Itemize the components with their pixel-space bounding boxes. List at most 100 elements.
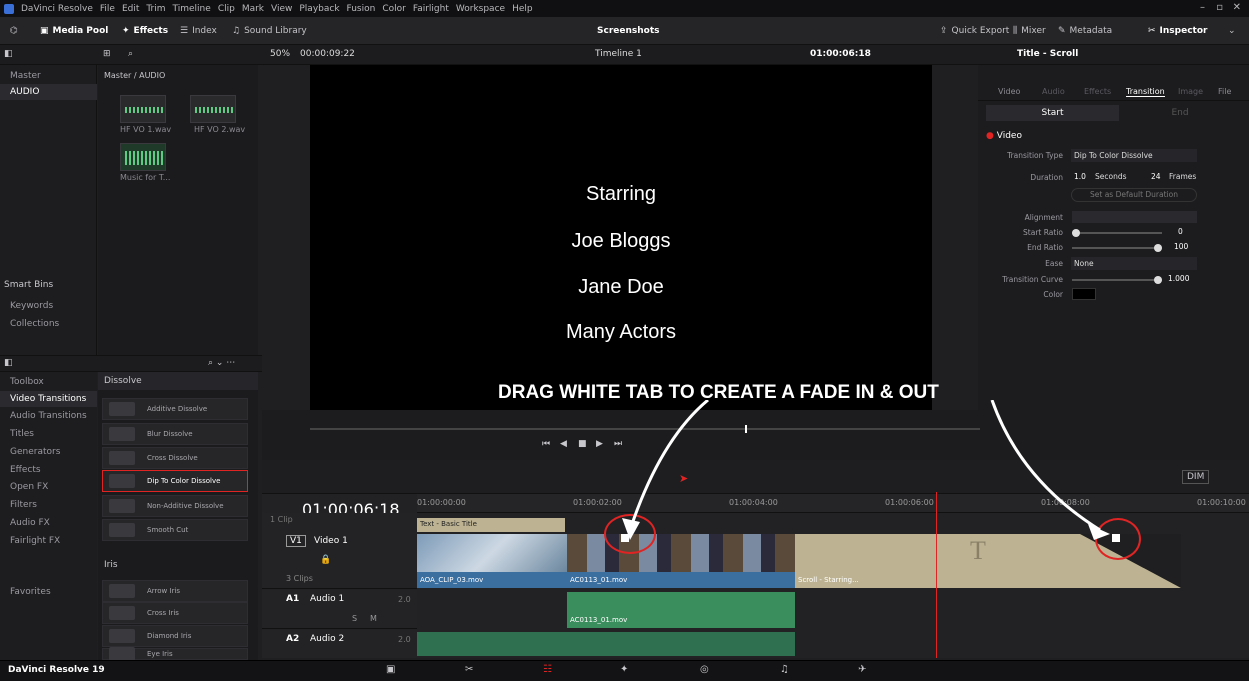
- end-ratio-value[interactable]: 100: [1174, 242, 1188, 251]
- deliver-page-icon[interactable]: ✈: [858, 664, 866, 675]
- expand-icon[interactable]: ⌄: [1228, 17, 1236, 45]
- color-swatch[interactable]: [1072, 288, 1096, 300]
- tree-fairlight-fx[interactable]: Fairlight FX: [0, 533, 97, 549]
- panel-toggle-icon[interactable]: ◧: [4, 49, 13, 59]
- menu-file[interactable]: File: [100, 4, 115, 14]
- tree-open-fx[interactable]: Open FX: [0, 479, 97, 495]
- start-tab[interactable]: Start: [986, 105, 1119, 121]
- effects-button[interactable]: ✦ Effects: [122, 17, 168, 45]
- alignment-control[interactable]: [1072, 211, 1197, 223]
- video-clip[interactable]: AOA_CLIP_03.mov: [417, 534, 567, 588]
- thumbnail-view-icon[interactable]: ⊞: [103, 49, 111, 59]
- color-page-icon[interactable]: ◎: [700, 664, 709, 675]
- fusion-page-icon[interactable]: ✦: [620, 664, 628, 675]
- sound-library-button[interactable]: ♫ Sound Library: [232, 17, 307, 45]
- tab-video[interactable]: Video: [998, 87, 1020, 96]
- tree-audio-fx[interactable]: Audio FX: [0, 515, 97, 531]
- duration-seconds[interactable]: 1.0: [1074, 172, 1086, 181]
- menu-playback[interactable]: Playback: [299, 4, 339, 14]
- search-icon[interactable]: ⌕: [128, 49, 133, 59]
- tab-file[interactable]: File: [1218, 87, 1231, 96]
- menu-fairlight[interactable]: Fairlight: [413, 4, 449, 14]
- timeline-name[interactable]: Timeline 1: [595, 49, 642, 59]
- tree-titles[interactable]: Titles: [0, 426, 97, 442]
- tree-filters[interactable]: Filters: [0, 497, 97, 513]
- curve-slider[interactable]: [1072, 276, 1162, 284]
- menu-workspace[interactable]: Workspace: [456, 4, 505, 14]
- fx-arrow-iris[interactable]: Arrow Iris: [102, 580, 248, 602]
- menu-color[interactable]: Color: [382, 4, 406, 14]
- index-button[interactable]: ☰ Index: [180, 17, 217, 45]
- fx-blur-dissolve[interactable]: Blur Dissolve: [102, 423, 248, 445]
- track-name[interactable]: Audio 2: [310, 634, 344, 644]
- cut-page-icon[interactable]: ✂: [465, 664, 473, 675]
- fx-dip-to-color-dissolve[interactable]: Dip To Color Dissolve: [102, 470, 248, 492]
- track-name[interactable]: Audio 1: [310, 594, 344, 604]
- track-name[interactable]: Video 1: [314, 536, 348, 546]
- edit-page-icon[interactable]: ☷: [543, 664, 552, 675]
- bin-collections[interactable]: Collections: [0, 316, 97, 332]
- start-ratio-slider[interactable]: [1072, 229, 1162, 237]
- fx-eye-iris[interactable]: Eye Iris: [102, 647, 248, 661]
- close-icon[interactable]: ✕: [1233, 2, 1241, 13]
- tab-effects[interactable]: Effects: [1084, 87, 1111, 96]
- audio-clip[interactable]: AC0113_01.mov: [567, 592, 795, 628]
- reverse-icon[interactable]: ◀: [560, 439, 567, 449]
- fairlight-page-icon[interactable]: ♫: [780, 664, 789, 675]
- section-dissolve[interactable]: Dissolve: [98, 372, 258, 390]
- fx-diamond-iris[interactable]: Diamond Iris: [102, 625, 248, 647]
- bin-audio[interactable]: AUDIO: [0, 84, 97, 100]
- audio-clip[interactable]: [417, 632, 795, 656]
- quick-export-button[interactable]: ⇪ Quick Export: [940, 17, 1009, 45]
- fx-cross-dissolve[interactable]: Cross Dissolve: [102, 447, 248, 469]
- menu-mark[interactable]: Mark: [242, 4, 264, 14]
- track-a2[interactable]: A2: [286, 634, 299, 644]
- start-ratio-value[interactable]: 0: [1178, 227, 1183, 236]
- pool-clip-thumb[interactable]: [190, 95, 236, 123]
- end-tab[interactable]: End: [1120, 105, 1240, 121]
- menu-fusion[interactable]: Fusion: [347, 4, 376, 14]
- inspector-button[interactable]: ✂ Inspector: [1148, 17, 1207, 45]
- stop-icon[interactable]: ■: [578, 439, 587, 449]
- track-a1[interactable]: A1: [286, 594, 299, 604]
- maximize-icon[interactable]: ▫: [1216, 2, 1223, 13]
- prev-clip-icon[interactable]: ⏮: [542, 439, 550, 449]
- workspace-icon[interactable]: ⌬: [10, 17, 18, 45]
- section-iris[interactable]: Iris: [98, 556, 258, 574]
- menu-edit[interactable]: Edit: [122, 4, 139, 14]
- mixer-button[interactable]: ⫼ Mixer: [1013, 17, 1046, 45]
- tree-toolbox[interactable]: Toolbox: [0, 374, 97, 390]
- media-page-icon[interactable]: ▣: [386, 664, 395, 675]
- metadata-button[interactable]: ✎ Metadata: [1058, 17, 1112, 45]
- fx-additive-dissolve[interactable]: Additive Dissolve: [102, 398, 248, 420]
- viewer-canvas[interactable]: Starring Joe Bloggs Jane Doe Many Actors: [310, 65, 932, 410]
- set-default-duration-button[interactable]: Set as Default Duration: [1071, 188, 1197, 202]
- lock-icon[interactable]: 🔒: [320, 555, 331, 565]
- tab-image[interactable]: Image: [1178, 87, 1203, 96]
- pool-clip-thumb[interactable]: [120, 95, 166, 123]
- search-icon[interactable]: ⌕ ⌄ ⋯: [208, 358, 235, 368]
- pool-clip-thumb[interactable]: [120, 143, 166, 171]
- menu-timeline[interactable]: Timeline: [173, 4, 211, 14]
- mute-button[interactable]: M: [370, 614, 377, 623]
- panel-toggle-icon[interactable]: ◧: [4, 358, 13, 368]
- minimize-icon[interactable]: –: [1200, 2, 1205, 13]
- title-clip[interactable]: Text - Basic Title: [417, 518, 565, 532]
- menu-help[interactable]: Help: [512, 4, 533, 14]
- fx-non-additive-dissolve[interactable]: Non-Additive Dissolve: [102, 495, 248, 517]
- tab-transition[interactable]: Transition: [1126, 87, 1165, 97]
- menu-app[interactable]: DaVinci Resolve: [21, 4, 93, 14]
- fx-cross-iris[interactable]: Cross Iris: [102, 602, 248, 624]
- tab-audio[interactable]: Audio: [1042, 87, 1065, 96]
- video-section-header[interactable]: ● Video: [986, 131, 1022, 141]
- transition-type-select[interactable]: Dip To Color Dissolve: [1071, 149, 1197, 162]
- tree-video-transitions[interactable]: Video Transitions: [0, 391, 97, 407]
- curve-value[interactable]: 1.000: [1168, 274, 1189, 283]
- fx-smooth-cut[interactable]: Smooth Cut: [102, 519, 248, 541]
- zoom-level[interactable]: 50%: [270, 49, 290, 59]
- tree-effects[interactable]: Effects: [0, 462, 97, 478]
- menu-clip[interactable]: Clip: [218, 4, 235, 14]
- tree-generators[interactable]: Generators: [0, 444, 97, 460]
- solo-button[interactable]: S: [352, 614, 357, 623]
- menu-trim[interactable]: Trim: [146, 4, 165, 14]
